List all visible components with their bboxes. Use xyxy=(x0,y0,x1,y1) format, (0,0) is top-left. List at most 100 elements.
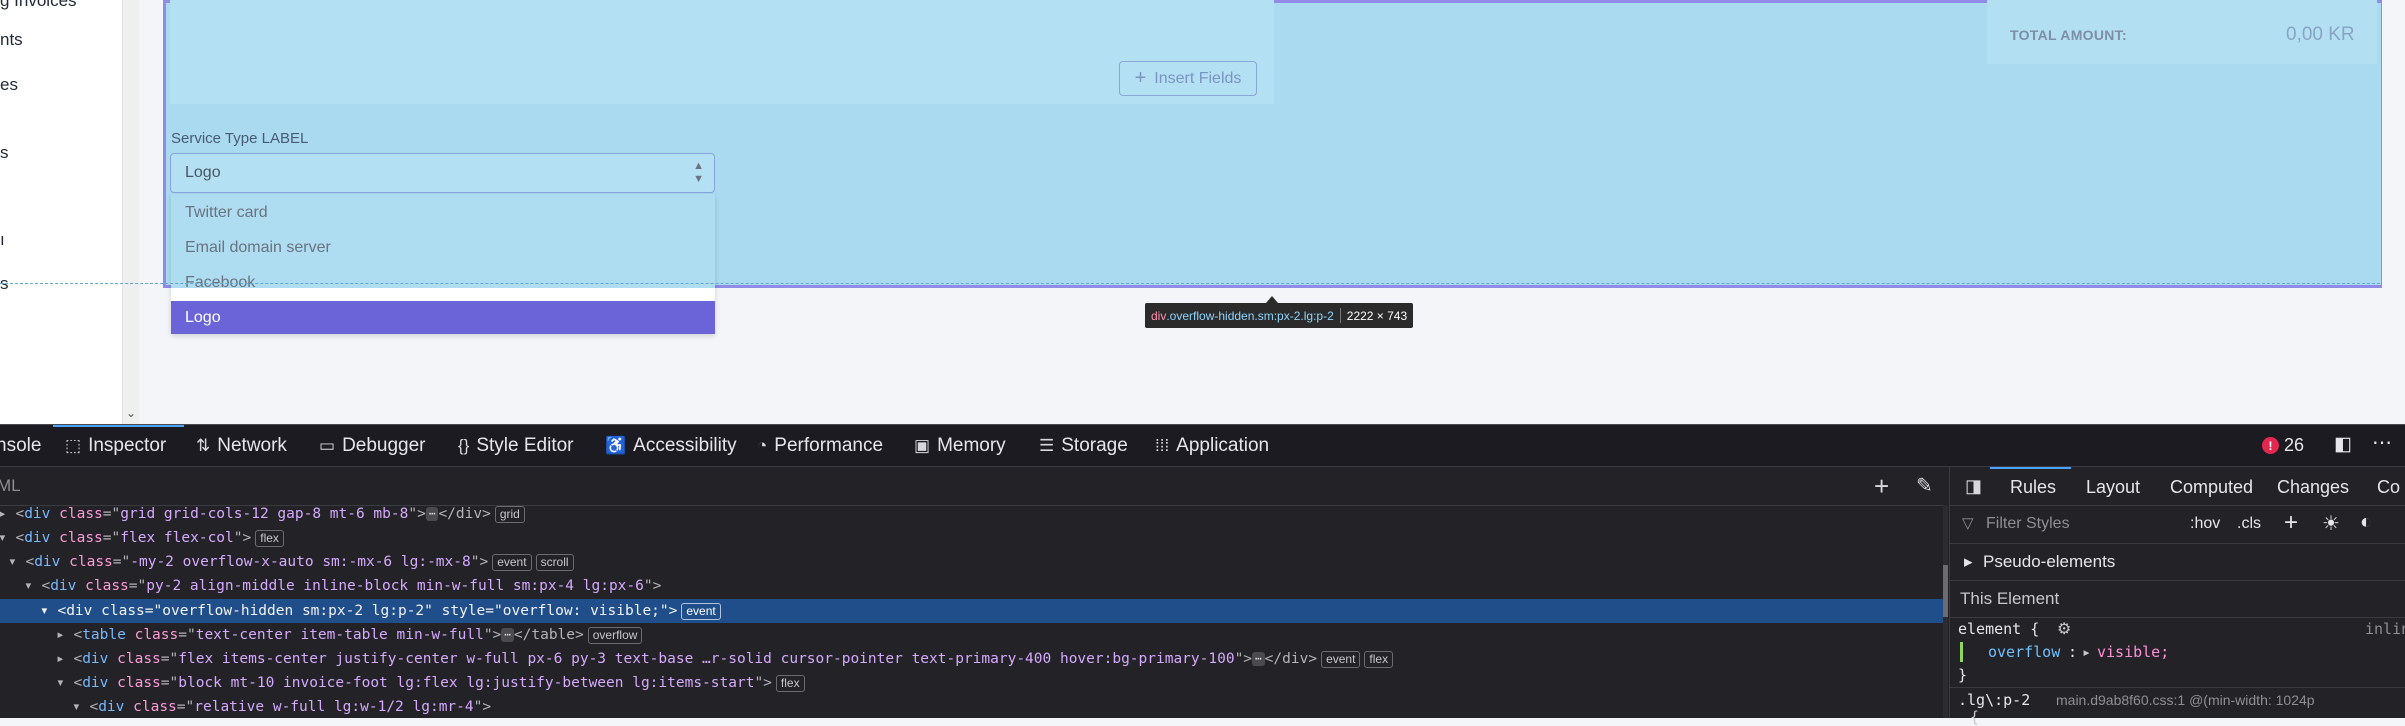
filter-row: ▽ Filter Styles :hov .cls + ☀ ◐ xyxy=(1950,506,2405,544)
rule-close-brace: } xyxy=(1958,666,1968,684)
dock-icon[interactable]: ◧ xyxy=(2334,433,2352,456)
hov-toggle[interactable]: :hov xyxy=(2190,515,2220,533)
scroll-down-icon[interactable]: ⌄ xyxy=(126,406,136,420)
add-node-icon[interactable]: + xyxy=(1874,471,1889,502)
dom-node[interactable]: ▸ <table class="text-center item-table m… xyxy=(56,623,643,647)
sidebar-scrollbar[interactable]: ⌄ xyxy=(122,0,139,424)
tooltip-tag: div xyxy=(1151,308,1167,323)
tab-layout[interactable]: Layout xyxy=(2086,477,2140,498)
sidebar-item-expenses[interactable]: es xyxy=(0,75,18,95)
sidebar-item-settings[interactable]: s xyxy=(0,274,9,294)
tab-style-editor-label: Style Editor xyxy=(476,434,574,456)
markup-toolbar: ML + ✎ xyxy=(0,467,1948,506)
dom-node[interactable]: ▾ <div class="relative w-full lg:w-1/2 l… xyxy=(72,695,491,719)
option-logo[interactable]: Logo xyxy=(171,301,715,334)
tab-storage-label: Storage xyxy=(1061,434,1128,456)
tab-storage[interactable]: ☰ Storage xyxy=(1039,425,1128,466)
devtools-tabbar: nsole ⬚ Inspector ⇅ Network ▭ Debugger {} St… xyxy=(0,425,2405,467)
debugger-icon: ▭ xyxy=(319,435,336,455)
tab-accessibility-label: Accessibility xyxy=(633,434,737,456)
service-type-select[interactable]: Logo ▲ ▼ xyxy=(170,153,715,193)
tab-console[interactable]: nsole xyxy=(0,425,41,466)
rule-divider xyxy=(1950,687,2405,688)
sidebar-tabs: ◨ Rules Layout Computed Changes Co xyxy=(1950,467,2405,506)
tooltip-separator xyxy=(1339,308,1341,323)
tab-network-label: Network xyxy=(217,434,287,456)
dom-node[interactable]: ▾ <div class="-my-2 overflow-x-auto sm:-… xyxy=(8,550,574,574)
tab-accessibility[interactable]: ♿ Accessibility xyxy=(605,425,737,466)
storage-icon: ☰ xyxy=(1039,435,1055,455)
expand-arrow-icon: ▸ xyxy=(1964,552,1973,571)
css-property[interactable]: overflow xyxy=(1988,643,2060,661)
inline-source: inlin xyxy=(2365,620,2405,638)
this-element-row: This Element xyxy=(1950,580,2405,618)
performance-icon: ◔ xyxy=(757,435,768,455)
insert-fields-button[interactable]: + Insert Fields xyxy=(1119,61,1257,96)
application-icon: ⁞⁞⁞ xyxy=(1155,435,1170,455)
tab-inspector[interactable]: ⬚ Inspector xyxy=(65,425,166,466)
sidebar-item-other[interactable]: ı xyxy=(0,230,5,250)
pseudo-elements-row[interactable]: ▸ Pseudo-elements xyxy=(1950,543,2405,581)
tab-memory-label: Memory xyxy=(937,434,1006,456)
option-twitter-card[interactable]: Twitter card xyxy=(185,204,268,222)
dom-node[interactable]: ▸ <div class="flex items-center justify-… xyxy=(56,647,1394,671)
inspector-icon: ⬚ xyxy=(65,435,82,455)
tab-changes[interactable]: Changes xyxy=(2277,477,2349,498)
markup-scrollbar[interactable] xyxy=(1943,505,1948,718)
light-theme-icon[interactable]: ☀ xyxy=(2322,511,2340,536)
error-icon: ! xyxy=(2262,437,2279,454)
next-rule-open: { xyxy=(1970,708,1980,726)
service-type-label: Service Type LABEL xyxy=(171,130,309,147)
filter-styles-input[interactable]: Filter Styles xyxy=(1986,515,2070,533)
accessibility-icon: ♿ xyxy=(605,435,627,455)
tab-console-label: nsole xyxy=(0,434,42,456)
cls-toggle[interactable]: .cls xyxy=(2237,515,2261,533)
element-size-tooltip: div .overflow-hidden.sm:px-2.lg:p-2 2222 … xyxy=(1145,303,1414,328)
tooltip-classes: .overflow-hidden.sm:px-2.lg:p-2 xyxy=(1166,308,1334,323)
select-arrows-icon: ▲ ▼ xyxy=(693,160,704,185)
tab-application[interactable]: ⁞⁞⁞ Application xyxy=(1155,425,1269,466)
dom-node[interactable]: ▾ <div class="block mt-10 invoice-foot l… xyxy=(56,671,805,695)
tab-rules[interactable]: Rules xyxy=(2010,477,2056,498)
option-logo-label: Logo xyxy=(185,309,221,326)
dark-theme-icon[interactable]: ◐ xyxy=(2360,511,2372,534)
eyedropper-icon[interactable]: ✎ xyxy=(1916,473,1933,498)
this-element-label: This Element xyxy=(1960,589,2060,608)
style-editor-icon: {} xyxy=(458,435,470,455)
html-search-input[interactable]: ML xyxy=(0,476,21,496)
sidebar-item-payments[interactable]: nts xyxy=(0,30,23,50)
expand-value-icon[interactable]: ▸ xyxy=(2082,643,2091,661)
more-options-icon[interactable]: ⋯ xyxy=(2372,430,2392,455)
tab-memory[interactable]: ▣ Memory xyxy=(914,425,1006,466)
dom-node[interactable]: ▾ <div class="flex flex-col"> flex xyxy=(0,526,284,550)
markup-scroll-thumb[interactable] xyxy=(1943,565,1948,617)
tab-network[interactable]: ⇅ Network xyxy=(196,425,287,466)
option-email-domain-server[interactable]: Email domain server xyxy=(185,239,331,257)
css-value[interactable]: visible; xyxy=(2097,643,2169,661)
error-count: 26 xyxy=(2284,435,2305,455)
tab-debugger[interactable]: ▭ Debugger xyxy=(319,425,426,466)
element-rule-gear-icon[interactable]: ⚙ xyxy=(2057,619,2071,639)
error-count-badge[interactable]: ! 26 xyxy=(2262,425,2304,466)
tab-inspector-label: Inspector xyxy=(88,434,167,456)
network-icon: ⇅ xyxy=(196,435,211,455)
sidebar-item-reports[interactable]: s xyxy=(0,143,9,163)
tab-application-label: Application xyxy=(1176,434,1270,456)
tab-performance[interactable]: ◔ Performance xyxy=(757,425,883,466)
add-rule-icon[interactable]: + xyxy=(2284,509,2298,537)
tab-computed[interactable]: Computed xyxy=(2170,477,2253,498)
dom-node[interactable]: ▾ <div class="py-2 align-middle inline-b… xyxy=(24,574,661,598)
dom-node-selected[interactable]: ▾ <div class="overflow-hidden sm:px-2 lg… xyxy=(40,599,721,623)
dom-node[interactable]: ▸ <div class="grid grid-cols-12 gap-8 mt… xyxy=(0,502,525,526)
tab-compatibility[interactable]: Co xyxy=(2377,477,2400,498)
toggle-sidebar-icon[interactable]: ◨ xyxy=(1965,476,1982,497)
page-scrollbar[interactable] xyxy=(2382,0,2405,424)
tab-style-editor[interactable]: {} Style Editor xyxy=(458,425,574,466)
tab-debugger-label: Debugger xyxy=(342,434,426,456)
next-rule-source[interactable]: main.d9ab8f60.css:1 @(min-width: 1024p xyxy=(2056,692,2315,708)
tooltip-arrow xyxy=(1266,296,1278,303)
memory-icon: ▣ xyxy=(914,435,931,455)
service-type-value: Logo xyxy=(185,164,221,181)
sidebar-item-invoices[interactable]: g Invoices xyxy=(0,0,77,11)
notes-area xyxy=(170,0,1274,104)
